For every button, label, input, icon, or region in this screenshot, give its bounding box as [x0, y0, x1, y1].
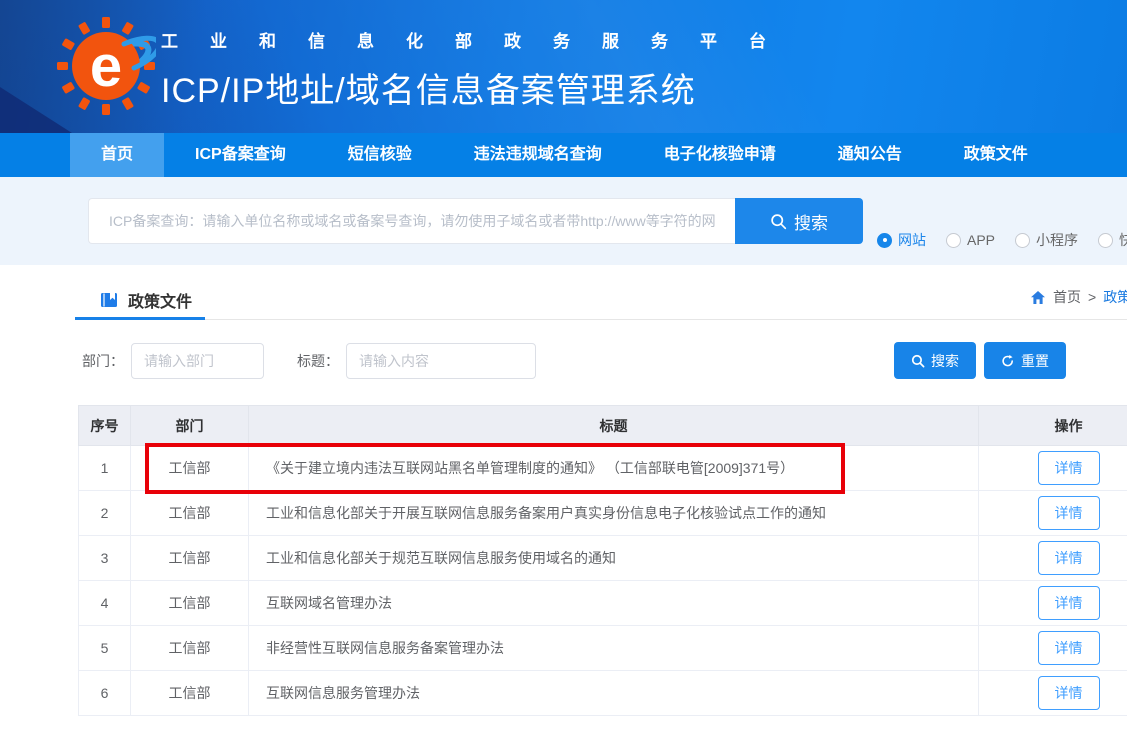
- nav-item-policy-files[interactable]: 政策文件: [933, 133, 1059, 177]
- search-icon: [770, 213, 787, 230]
- home-icon: [1030, 290, 1046, 305]
- row-dept: 工信部: [131, 446, 249, 491]
- section-title: 政策文件: [128, 288, 192, 312]
- row-no: 4: [79, 581, 131, 626]
- row-title: 互联网域名管理办法: [249, 581, 979, 626]
- icp-search-button[interactable]: 搜索: [735, 198, 863, 244]
- dept-filter-input[interactable]: [131, 343, 264, 379]
- nav-item-icp-query[interactable]: ICP备案查询: [164, 133, 317, 177]
- radio-unselected-icon: [1015, 233, 1030, 248]
- title-filter-input[interactable]: [346, 343, 536, 379]
- detail-button[interactable]: 详情: [1038, 451, 1100, 485]
- table-row: 4 工信部 互联网域名管理办法 详情: [79, 581, 1127, 626]
- gear-e-logo-icon: e: [56, 16, 156, 116]
- policy-table: 序号 部门 标题 操作 1 工信部 《关于建立境内违法互联网站黑名单管理制度的通…: [78, 405, 1127, 716]
- radio-quick-app[interactable]: 快应用: [1098, 230, 1127, 250]
- col-header-title: 标题: [249, 406, 979, 446]
- filter-row: 部门： 标题： 搜索 重置: [0, 342, 1127, 379]
- breadcrumb-separator: >: [1088, 289, 1096, 305]
- policy-file-icon: [100, 291, 118, 309]
- col-header-no: 序号: [79, 406, 131, 446]
- row-no: 1: [79, 446, 131, 491]
- system-title: ICP/IP地址/域名信息备案管理系统: [161, 63, 798, 112]
- filter-reset-label: 重置: [1021, 351, 1049, 371]
- tab-underline: [75, 317, 205, 320]
- row-no: 5: [79, 626, 131, 671]
- breadcrumb: 首页 > 政策文件: [1030, 287, 1127, 307]
- table-row: 6 工信部 互联网信息服务管理办法 详情: [79, 671, 1127, 716]
- radio-unselected-icon: [1098, 233, 1113, 248]
- row-title: 《关于建立境内违法互联网站黑名单管理制度的通知》 （工信部联电管[2009]37…: [249, 446, 979, 491]
- radio-selected-icon: [877, 233, 892, 248]
- row-dept: 工信部: [131, 581, 249, 626]
- nav-item-sms-verify[interactable]: 短信核验: [317, 133, 443, 177]
- radio-app[interactable]: APP: [946, 230, 995, 250]
- row-title: 工业和信息化部关于规范互联网信息服务使用域名的通知: [249, 536, 979, 581]
- icp-search-input[interactable]: [88, 198, 735, 244]
- table-header-row: 序号 部门 标题 操作: [79, 406, 1127, 446]
- detail-button[interactable]: 详情: [1038, 586, 1100, 620]
- row-title: 工业和信息化部关于开展互联网信息服务备案用户真实身份信息电子化核验试点工作的通知: [249, 491, 979, 536]
- table-row: 3 工信部 工业和信息化部关于规范互联网信息服务使用域名的通知 详情: [79, 536, 1127, 581]
- row-dept: 工信部: [131, 536, 249, 581]
- policy-files-tab: 政策文件: [100, 288, 192, 312]
- nav-item-electronic-verify[interactable]: 电子化核验申请: [633, 133, 807, 177]
- col-header-action: 操作: [979, 406, 1127, 446]
- icp-search-strip: 搜索 网站 APP 小程序 快应用: [0, 177, 1127, 265]
- search-type-radio-group: 网站 APP 小程序 快应用: [877, 230, 1127, 250]
- nav-item-illegal-domain-query[interactable]: 违法违规域名查询: [443, 133, 633, 177]
- row-title: 互联网信息服务管理办法: [249, 671, 979, 716]
- svg-text:e: e: [90, 34, 122, 99]
- row-no: 3: [79, 536, 131, 581]
- site-header: e 工业和信息化部政务服务平台 ICP/IP地址/域名信息备案管理系统: [0, 0, 1127, 133]
- filter-reset-button[interactable]: 重置: [984, 342, 1066, 379]
- row-dept: 工信部: [131, 626, 249, 671]
- nav-item-home[interactable]: 首页: [70, 133, 164, 177]
- table-row: 1 工信部 《关于建立境内违法互联网站黑名单管理制度的通知》 （工信部联电管[2…: [79, 446, 1127, 491]
- radio-mini-program[interactable]: 小程序: [1015, 230, 1078, 250]
- row-dept: 工信部: [131, 671, 249, 716]
- radio-website[interactable]: 网站: [877, 230, 926, 250]
- radio-unselected-icon: [946, 233, 961, 248]
- main-nav: 首页 ICP备案查询 短信核验 违法违规域名查询 电子化核验申请 通知公告 政策…: [0, 133, 1127, 177]
- detail-button[interactable]: 详情: [1038, 676, 1100, 710]
- section-divider: [75, 319, 1127, 320]
- detail-button[interactable]: 详情: [1038, 496, 1100, 530]
- search-icon: [911, 354, 925, 368]
- dept-filter-label: 部门：: [82, 351, 124, 371]
- nav-item-notices[interactable]: 通知公告: [807, 133, 933, 177]
- row-no: 2: [79, 491, 131, 536]
- filter-search-label: 搜索: [931, 351, 959, 371]
- detail-button[interactable]: 详情: [1038, 541, 1100, 575]
- breadcrumb-current: 政策文件: [1103, 287, 1127, 307]
- table-row: 5 工信部 非经营性互联网信息服务备案管理办法 详情: [79, 626, 1127, 671]
- breadcrumb-home[interactable]: 首页: [1053, 287, 1081, 307]
- icp-search-button-label: 搜索: [794, 209, 828, 234]
- platform-title: 工业和信息化部政务服务平台: [161, 27, 798, 52]
- filter-search-button[interactable]: 搜索: [894, 342, 976, 379]
- title-filter-label: 标题：: [297, 351, 339, 371]
- section-head: 政策文件 首页 > 政策文件: [0, 265, 1127, 322]
- col-header-dept: 部门: [131, 406, 249, 446]
- row-dept: 工信部: [131, 491, 249, 536]
- row-no: 6: [79, 671, 131, 716]
- row-title: 非经营性互联网信息服务备案管理办法: [249, 626, 979, 671]
- table-row: 2 工信部 工业和信息化部关于开展互联网信息服务备案用户真实身份信息电子化核验试…: [79, 491, 1127, 536]
- detail-button[interactable]: 详情: [1038, 631, 1100, 665]
- reset-icon: [1001, 354, 1015, 368]
